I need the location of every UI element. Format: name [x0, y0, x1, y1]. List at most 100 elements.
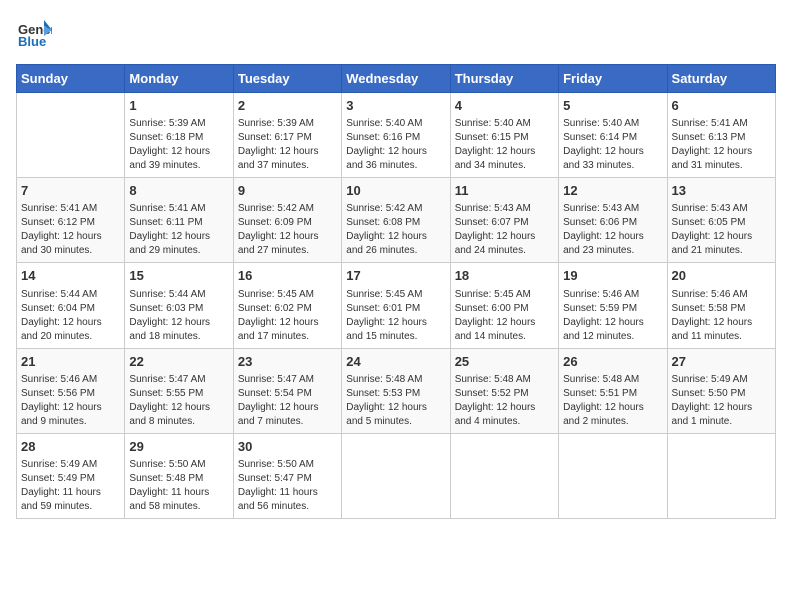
calendar-cell: 5 Sunrise: 5:40 AM Sunset: 6:14 PM Daylig… [559, 93, 667, 178]
day-info: Sunrise: 5:48 AM Sunset: 5:53 PM Dayligh… [346, 373, 445, 429]
calendar-cell [667, 433, 775, 518]
day-info: Sunrise: 5:42 AM Sunset: 6:08 PM Dayligh… [346, 202, 445, 258]
day-info: Sunrise: 5:40 AM Sunset: 6:16 PM Dayligh… [346, 117, 445, 173]
day-number: 22 [129, 353, 228, 371]
calendar-cell: 10 Sunrise: 5:42 AM Sunset: 6:08 PM Dayli… [342, 178, 450, 263]
calendar-cell: 14 Sunrise: 5:44 AM Sunset: 6:04 PM Dayli… [17, 263, 125, 348]
day-number: 16 [238, 267, 337, 285]
day-info: Sunrise: 5:48 AM Sunset: 5:51 PM Dayligh… [563, 373, 662, 429]
day-number: 19 [563, 267, 662, 285]
day-number: 4 [455, 97, 554, 115]
day-number: 8 [129, 182, 228, 200]
day-number: 5 [563, 97, 662, 115]
calendar-cell: 19 Sunrise: 5:46 AM Sunset: 5:59 PM Dayli… [559, 263, 667, 348]
day-info: Sunrise: 5:39 AM Sunset: 6:18 PM Dayligh… [129, 117, 228, 173]
day-info: Sunrise: 5:49 AM Sunset: 5:49 PM Dayligh… [21, 458, 120, 514]
day-info: Sunrise: 5:50 AM Sunset: 5:47 PM Dayligh… [238, 458, 337, 514]
calendar-cell: 24 Sunrise: 5:48 AM Sunset: 5:53 PM Dayli… [342, 348, 450, 433]
weekday-header-saturday: Saturday [667, 65, 775, 93]
day-number: 26 [563, 353, 662, 371]
calendar-cell: 22 Sunrise: 5:47 AM Sunset: 5:55 PM Dayli… [125, 348, 233, 433]
day-number: 27 [672, 353, 771, 371]
day-number: 29 [129, 438, 228, 456]
calendar-cell: 21 Sunrise: 5:46 AM Sunset: 5:56 PM Dayli… [17, 348, 125, 433]
calendar-cell: 29 Sunrise: 5:50 AM Sunset: 5:48 PM Dayli… [125, 433, 233, 518]
logo-icon: General Blue [16, 16, 52, 52]
day-info: Sunrise: 5:41 AM Sunset: 6:12 PM Dayligh… [21, 202, 120, 258]
day-info: Sunrise: 5:46 AM Sunset: 5:59 PM Dayligh… [563, 288, 662, 344]
day-info: Sunrise: 5:47 AM Sunset: 5:55 PM Dayligh… [129, 373, 228, 429]
day-info: Sunrise: 5:44 AM Sunset: 6:04 PM Dayligh… [21, 288, 120, 344]
calendar-cell: 12 Sunrise: 5:43 AM Sunset: 6:06 PM Dayli… [559, 178, 667, 263]
day-info: Sunrise: 5:43 AM Sunset: 6:06 PM Dayligh… [563, 202, 662, 258]
calendar-week-3: 14 Sunrise: 5:44 AM Sunset: 6:04 PM Dayli… [17, 263, 776, 348]
calendar-week-2: 7 Sunrise: 5:41 AM Sunset: 6:12 PM Daylig… [17, 178, 776, 263]
calendar-cell: 15 Sunrise: 5:44 AM Sunset: 6:03 PM Dayli… [125, 263, 233, 348]
calendar-cell [342, 433, 450, 518]
calendar-cell: 9 Sunrise: 5:42 AM Sunset: 6:09 PM Daylig… [233, 178, 341, 263]
calendar-cell: 11 Sunrise: 5:43 AM Sunset: 6:07 PM Dayli… [450, 178, 558, 263]
day-number: 2 [238, 97, 337, 115]
calendar-cell: 25 Sunrise: 5:48 AM Sunset: 5:52 PM Dayli… [450, 348, 558, 433]
day-info: Sunrise: 5:44 AM Sunset: 6:03 PM Dayligh… [129, 288, 228, 344]
calendar-cell: 18Sunrise: 5:45 AM Sunset: 6:00 PM Dayli… [450, 263, 558, 348]
day-info: Sunrise: 5:42 AM Sunset: 6:09 PM Dayligh… [238, 202, 337, 258]
day-number: 1 [129, 97, 228, 115]
calendar-table: SundayMondayTuesdayWednesdayThursdayFrid… [16, 64, 776, 519]
day-number: 6 [672, 97, 771, 115]
calendar-cell: 4Sunrise: 5:40 AM Sunset: 6:15 PM Daylig… [450, 93, 558, 178]
weekday-header-sunday: Sunday [17, 65, 125, 93]
day-info: Sunrise: 5:43 AM Sunset: 6:07 PM Dayligh… [455, 202, 554, 258]
day-number: 25 [455, 353, 554, 371]
day-info: Sunrise: 5:45 AM Sunset: 6:01 PM Dayligh… [346, 288, 445, 344]
day-info: Sunrise: 5:45 AM Sunset: 6:00 PM Dayligh… [455, 288, 554, 344]
day-number: 3 [346, 97, 445, 115]
calendar-header: SundayMondayTuesdayWednesdayThursdayFrid… [17, 65, 776, 93]
day-info: Sunrise: 5:41 AM Sunset: 6:11 PM Dayligh… [129, 202, 228, 258]
logo: General Blue [16, 16, 52, 52]
calendar-cell: 23Sunrise: 5:47 AM Sunset: 5:54 PM Dayli… [233, 348, 341, 433]
day-number: 14 [21, 267, 120, 285]
calendar-cell: 17Sunrise: 5:45 AM Sunset: 6:01 PM Dayli… [342, 263, 450, 348]
day-info: Sunrise: 5:45 AM Sunset: 6:02 PM Dayligh… [238, 288, 337, 344]
day-number: 23 [238, 353, 337, 371]
weekday-header-row: SundayMondayTuesdayWednesdayThursdayFrid… [17, 65, 776, 93]
day-number: 28 [21, 438, 120, 456]
weekday-header-tuesday: Tuesday [233, 65, 341, 93]
weekday-header-monday: Monday [125, 65, 233, 93]
calendar-week-4: 21 Sunrise: 5:46 AM Sunset: 5:56 PM Dayli… [17, 348, 776, 433]
day-number: 7 [21, 182, 120, 200]
calendar-cell: 16 Sunrise: 5:45 AM Sunset: 6:02 PM Dayli… [233, 263, 341, 348]
day-info: Sunrise: 5:49 AM Sunset: 5:50 PM Dayligh… [672, 373, 771, 429]
calendar-body: 1 Sunrise: 5:39 AM Sunset: 6:18 PM Daylig… [17, 93, 776, 519]
day-info: Sunrise: 5:46 AM Sunset: 5:58 PM Dayligh… [672, 288, 771, 344]
day-info: Sunrise: 5:50 AM Sunset: 5:48 PM Dayligh… [129, 458, 228, 514]
day-info: Sunrise: 5:41 AM Sunset: 6:13 PM Dayligh… [672, 117, 771, 173]
day-number: 12 [563, 182, 662, 200]
weekday-header-thursday: Thursday [450, 65, 558, 93]
day-number: 9 [238, 182, 337, 200]
page-header: General Blue [16, 16, 776, 52]
day-info: Sunrise: 5:46 AM Sunset: 5:56 PM Dayligh… [21, 373, 120, 429]
calendar-cell: 26 Sunrise: 5:48 AM Sunset: 5:51 PM Dayli… [559, 348, 667, 433]
day-number: 21 [21, 353, 120, 371]
day-number: 30 [238, 438, 337, 456]
calendar-cell [17, 93, 125, 178]
calendar-cell: 3 Sunrise: 5:40 AM Sunset: 6:16 PM Daylig… [342, 93, 450, 178]
calendar-cell: 27 Sunrise: 5:49 AM Sunset: 5:50 PM Dayli… [667, 348, 775, 433]
day-number: 15 [129, 267, 228, 285]
calendar-cell: 20 Sunrise: 5:46 AM Sunset: 5:58 PM Dayli… [667, 263, 775, 348]
weekday-header-wednesday: Wednesday [342, 65, 450, 93]
day-number: 11 [455, 182, 554, 200]
day-info: Sunrise: 5:43 AM Sunset: 6:05 PM Dayligh… [672, 202, 771, 258]
calendar-cell: 7 Sunrise: 5:41 AM Sunset: 6:12 PM Daylig… [17, 178, 125, 263]
day-number: 10 [346, 182, 445, 200]
day-info: Sunrise: 5:48 AM Sunset: 5:52 PM Dayligh… [455, 373, 554, 429]
day-number: 24 [346, 353, 445, 371]
calendar-cell [450, 433, 558, 518]
day-number: 20 [672, 267, 771, 285]
calendar-cell: 28 Sunrise: 5:49 AM Sunset: 5:49 PM Dayli… [17, 433, 125, 518]
calendar-cell: 1 Sunrise: 5:39 AM Sunset: 6:18 PM Daylig… [125, 93, 233, 178]
calendar-cell: 8 Sunrise: 5:41 AM Sunset: 6:11 PM Daylig… [125, 178, 233, 263]
day-info: Sunrise: 5:40 AM Sunset: 6:14 PM Dayligh… [563, 117, 662, 173]
